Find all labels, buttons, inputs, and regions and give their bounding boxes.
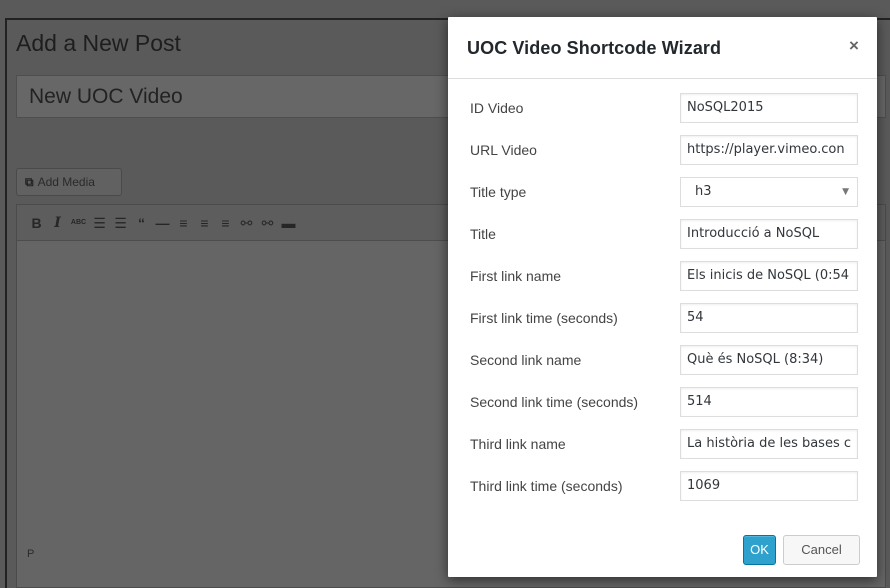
field-input[interactable]: 514: [680, 387, 858, 417]
field-row: Second link name Què és NoSQL (8:34): [448, 345, 877, 375]
field-row: URL Video https://player.vimeo.con: [448, 135, 877, 165]
field-label: ID Video: [470, 100, 524, 116]
field-label: Third link time (seconds): [470, 478, 623, 494]
field-label: Second link time (seconds): [470, 394, 639, 410]
field-input[interactable]: Els inicis de NoSQL (0:54: [680, 261, 858, 291]
field-row: Title Introducció a NoSQL: [448, 219, 877, 249]
modal-header: UOC Video Shortcode Wizard ×: [448, 17, 877, 79]
unlink-icon[interactable]: ⚯: [258, 212, 277, 234]
field-row: Third link time (seconds) 1069: [448, 471, 877, 501]
field-input[interactable]: 1069: [680, 471, 858, 501]
field-input[interactable]: 54: [680, 303, 858, 333]
editor-status-path: P: [27, 548, 35, 560]
modal-title: UOC Video Shortcode Wizard: [467, 38, 722, 58]
close-icon[interactable]: ×: [845, 37, 863, 55]
link-icon[interactable]: ⚯: [237, 212, 256, 234]
align-right-icon[interactable]: ≡: [216, 212, 235, 234]
add-media-button[interactable]: ⧉ Add Media: [16, 168, 122, 196]
field-input[interactable]: La història de les bases c: [680, 429, 858, 459]
title-type-select[interactable]: h3 ▼: [680, 177, 858, 207]
field-row: Third link name La història de les bases …: [448, 429, 877, 459]
strikethrough-icon[interactable]: ABC: [69, 212, 88, 234]
field-label: Second link name: [470, 352, 582, 368]
field-label: Third link name: [470, 436, 566, 452]
field-input[interactable]: https://player.vimeo.con: [680, 135, 858, 165]
page-title: Add a New Post: [16, 30, 181, 56]
horizontal-rule-icon[interactable]: —: [153, 212, 172, 234]
field-row: Title type h3 ▼: [448, 177, 877, 207]
ok-button[interactable]: OK: [743, 535, 776, 565]
shortcode-wizard-modal: UOC Video Shortcode Wizard × ID Video NoS…: [448, 17, 877, 577]
field-label: Title: [470, 226, 496, 242]
chevron-down-icon: ▼: [842, 187, 849, 197]
modal-footer: OK Cancel: [448, 522, 877, 577]
read-more-icon[interactable]: ▬: [279, 212, 298, 234]
cancel-button[interactable]: Cancel: [783, 535, 860, 565]
field-input[interactable]: NoSQL2015: [680, 93, 858, 123]
field-label: Title type: [470, 184, 527, 200]
select-value: h3: [695, 184, 712, 199]
field-input[interactable]: Què és NoSQL (8:34): [680, 345, 858, 375]
align-left-icon[interactable]: ≡: [174, 212, 193, 234]
media-icon: ⧉: [25, 175, 34, 189]
italic-icon[interactable]: I: [48, 212, 67, 234]
bullet-list-icon[interactable]: ☰: [90, 212, 109, 234]
field-row: Second link time (seconds) 514: [448, 387, 877, 417]
numbered-list-icon[interactable]: ☰: [111, 212, 130, 234]
field-label: URL Video: [470, 142, 537, 158]
align-center-icon[interactable]: ≡: [195, 212, 214, 234]
field-label: First link name: [470, 268, 562, 284]
field-row: ID Video NoSQL2015: [448, 93, 877, 123]
field-row: First link name Els inicis de NoSQL (0:54: [448, 261, 877, 291]
blockquote-icon[interactable]: “: [132, 212, 151, 234]
add-media-label: Add Media: [37, 175, 95, 189]
field-input[interactable]: Introducció a NoSQL: [680, 219, 858, 249]
bold-icon[interactable]: B: [27, 212, 46, 234]
field-label: First link time (seconds): [470, 310, 618, 326]
field-row: First link time (seconds) 54: [448, 303, 877, 333]
